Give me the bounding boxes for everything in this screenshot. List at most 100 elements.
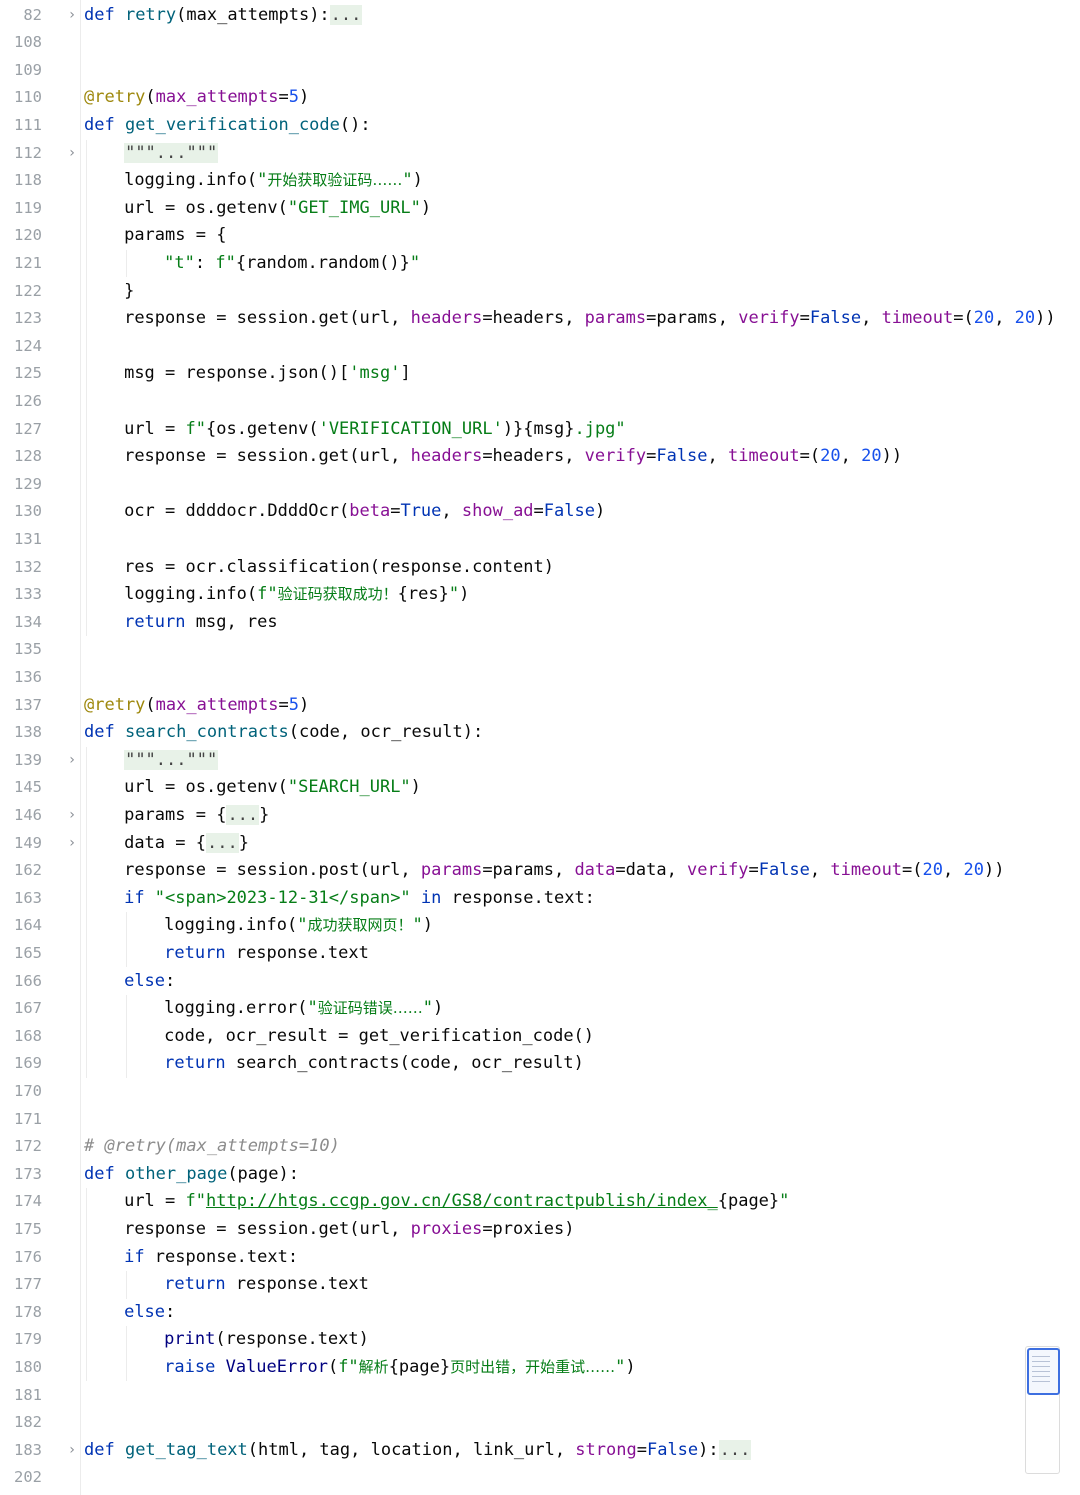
- line-number: 109: [14, 60, 42, 79]
- code-token: res = ocr.classification(response.conten…: [124, 556, 554, 577]
- code-token: )): [881, 446, 903, 467]
- code-line[interactable]: 125 msg = response.json()['msg']: [0, 360, 1080, 388]
- code-line[interactable]: 131: [0, 526, 1080, 554]
- code-line[interactable]: 132 res = ocr.classification(response.con…: [0, 554, 1080, 582]
- line-number: 131: [14, 529, 42, 548]
- code-line[interactable]: 136: [0, 664, 1080, 692]
- folded-region[interactable]: ...: [329, 4, 363, 25]
- code-token: msg, res: [195, 611, 278, 632]
- code-line[interactable]: 146 › params = {...}: [0, 802, 1080, 830]
- code-line[interactable]: 110 @retry(max_attempts=5): [0, 84, 1080, 112]
- code-editor[interactable]: 82 › def retry(max_attempts):... 108 109 110 @…: [0, 0, 1080, 1495]
- code-line[interactable]: 181: [0, 1382, 1080, 1410]
- code-line[interactable]: 175 response = session.get(url, proxies=p…: [0, 1216, 1080, 1244]
- code-line[interactable]: 163 if "<span>2023-12-31</span>" in respo…: [0, 885, 1080, 913]
- code-line[interactable]: 178 else:: [0, 1299, 1080, 1327]
- code-token: ): [412, 170, 423, 191]
- line-number: 130: [14, 502, 42, 521]
- folded-region[interactable]: """...""": [124, 142, 219, 163]
- line-number: 172: [14, 1137, 42, 1156]
- code-line[interactable]: 202: [0, 1464, 1080, 1492]
- code-line[interactable]: 126: [0, 388, 1080, 416]
- folded-region[interactable]: ...: [718, 1439, 752, 1460]
- line-number: 122: [14, 281, 42, 300]
- code-token: 开始获取验证码……: [267, 171, 403, 190]
- code-text: response = session.get(url, headers=head…: [124, 305, 1056, 333]
- code-token: =params,: [482, 860, 575, 881]
- code-line[interactable]: 173 def other_page(page):: [0, 1161, 1080, 1189]
- code-line[interactable]: 124: [0, 333, 1080, 361]
- code-line[interactable]: 164 logging.info("成功获取网页！"): [0, 912, 1080, 940]
- line-number: 168: [14, 1026, 42, 1045]
- code-text: params = {...}: [124, 802, 269, 830]
- code-line[interactable]: 118 logging.info("开始获取验证码……"): [0, 167, 1080, 195]
- code-line[interactable]: 133 logging.info(f"验证码获取成功！{res}"): [0, 581, 1080, 609]
- fold-toggle-icon[interactable]: ›: [66, 2, 78, 30]
- code-token: response = session.get(url,: [124, 1218, 411, 1239]
- line-number: 167: [14, 999, 42, 1018]
- code-line[interactable]: 179 print(response.text): [0, 1326, 1080, 1354]
- code-line[interactable]: 127 url = f"{os.getenv('VERIFICATION_URL'…: [0, 416, 1080, 444]
- code-text: def get_tag_text(html, tag, location, li…: [84, 1437, 752, 1465]
- code-line[interactable]: 135: [0, 636, 1080, 664]
- code-token: =(: [953, 308, 974, 329]
- code-line[interactable]: 162 response = session.post(url, params=p…: [0, 857, 1080, 885]
- code-line[interactable]: 168 code, ocr_result = get_verification_c…: [0, 1023, 1080, 1051]
- code-token: ": [422, 998, 433, 1019]
- code-line[interactable]: 120 params = {: [0, 222, 1080, 250]
- code-text: return msg, res: [124, 609, 278, 637]
- code-line[interactable]: 169 return search_contracts(code, ocr_res…: [0, 1050, 1080, 1078]
- code-line[interactable]: 119 url = os.getenv("GET_IMG_URL"): [0, 195, 1080, 223]
- code-token: logging.info(: [124, 170, 258, 191]
- code-line[interactable]: 180 raise ValueError(f"解析{page}页时出错，开始重试……: [0, 1354, 1080, 1382]
- code-line[interactable]: 149 › data = {...}: [0, 830, 1080, 858]
- fold-toggle-icon[interactable]: ›: [66, 747, 78, 775]
- code-line[interactable]: 170: [0, 1078, 1080, 1106]
- code-token: get_verification_code: [124, 114, 340, 135]
- code-token: {page}: [388, 1356, 451, 1377]
- code-line[interactable]: 166 else:: [0, 968, 1080, 996]
- code-line[interactable]: 129: [0, 471, 1080, 499]
- code-line[interactable]: 122}: [0, 278, 1080, 306]
- code-line[interactable]: 165 return response.text: [0, 940, 1080, 968]
- code-line[interactable]: 167 logging.error("验证码错误……"): [0, 995, 1080, 1023]
- folded-region[interactable]: ...: [205, 832, 239, 853]
- code-token: params: [584, 308, 647, 329]
- code-line[interactable]: 130 ocr = ddddocr.DdddOcr(beta=True, show…: [0, 498, 1080, 526]
- code-line[interactable]: 145 url = os.getenv("SEARCH_URL"): [0, 774, 1080, 802]
- code-text: params = {: [124, 222, 226, 250]
- fold-toggle-icon[interactable]: ›: [66, 1437, 78, 1465]
- code-line[interactable]: 128 response = session.get(url, headers=h…: [0, 443, 1080, 471]
- code-token: 验证码获取成功！: [277, 585, 398, 604]
- code-line[interactable]: 134 return msg, res: [0, 609, 1080, 637]
- code-line[interactable]: 174 url = f"http://htgs.ccgp.gov.cn/GS8/c…: [0, 1188, 1080, 1216]
- code-token: response.text: [235, 942, 369, 963]
- code-token: =params,: [646, 308, 739, 329]
- code-line[interactable]: 172 # @retry(max_attempts=10): [0, 1133, 1080, 1161]
- code-line[interactable]: 111 def get_verification_code():: [0, 112, 1080, 140]
- folded-region[interactable]: ...: [226, 804, 260, 825]
- code-token: search_contracts: [124, 722, 289, 743]
- code-line[interactable]: 183 › def get_tag_text(html, tag, location…: [0, 1437, 1080, 1465]
- line-number: 146: [14, 805, 42, 824]
- code-line[interactable]: 108: [0, 29, 1080, 57]
- code-line[interactable]: 112 › """...""": [0, 140, 1080, 168]
- code-token: beta: [349, 501, 391, 522]
- folded-region[interactable]: """...""": [124, 749, 219, 770]
- code-line[interactable]: 177 return response.text: [0, 1271, 1080, 1299]
- code-line[interactable]: 82 › def retry(max_attempts):...: [0, 2, 1080, 30]
- fold-toggle-icon[interactable]: ›: [66, 140, 78, 168]
- code-line[interactable]: 109: [0, 57, 1080, 85]
- code-line[interactable]: 121 "t": f"{random.random()}": [0, 250, 1080, 278]
- code-line[interactable]: 123 response = session.get(url, headers=h…: [0, 305, 1080, 333]
- fold-toggle-icon[interactable]: ›: [66, 802, 78, 830]
- code-token: f": [338, 1356, 359, 1377]
- code-line[interactable]: 176 if response.text:: [0, 1244, 1080, 1272]
- code-line[interactable]: 137 @retry(max_attempts=5): [0, 692, 1080, 720]
- code-line[interactable]: 138 def search_contracts(code, ocr_result…: [0, 719, 1080, 747]
- fold-toggle-icon[interactable]: ›: [66, 830, 78, 858]
- code-line[interactable]: 139 › """...""": [0, 747, 1080, 775]
- code-token: logging.info(: [164, 915, 298, 936]
- code-line[interactable]: 171: [0, 1106, 1080, 1134]
- code-line[interactable]: 182: [0, 1409, 1080, 1437]
